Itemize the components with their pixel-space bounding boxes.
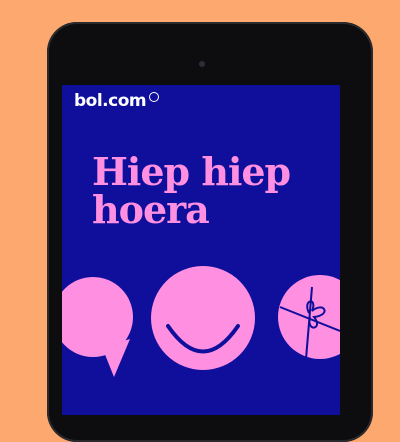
speech-bubble-icon	[62, 277, 133, 377]
gift-icon	[278, 275, 340, 360]
smiley-face-icon	[151, 266, 255, 370]
camera-icon	[199, 61, 205, 67]
tablet-screen: bol.com Hiep hiep hoera	[62, 85, 340, 415]
illustration-row	[62, 266, 340, 377]
